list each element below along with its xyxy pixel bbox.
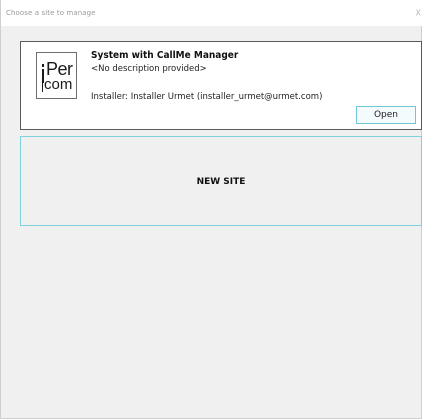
logo-dot xyxy=(42,64,44,67)
site-description: <No description provided> xyxy=(91,64,207,74)
logo-mark: Per com xyxy=(42,59,73,94)
close-icon[interactable]: X xyxy=(416,9,421,18)
open-button[interactable]: Open xyxy=(356,106,416,124)
ipercom-logo: Per com xyxy=(36,52,77,99)
site-chooser-window: Choose a site to manage X Per com System… xyxy=(0,0,422,419)
title-bar: Choose a site to manage X xyxy=(1,0,422,26)
logo-bar-bottom xyxy=(42,78,43,92)
logo-text-com: com xyxy=(44,76,73,93)
new-site-button[interactable]: NEW SITE xyxy=(20,136,422,226)
site-name: System with CallMe Manager xyxy=(91,50,239,61)
new-site-label: NEW SITE xyxy=(196,177,246,187)
window-title: Choose a site to manage xyxy=(6,9,96,17)
site-card: Per com System with CallMe Manager <No d… xyxy=(20,41,422,130)
site-installer: Installer: Installer Urmet (installer_ur… xyxy=(91,92,323,102)
